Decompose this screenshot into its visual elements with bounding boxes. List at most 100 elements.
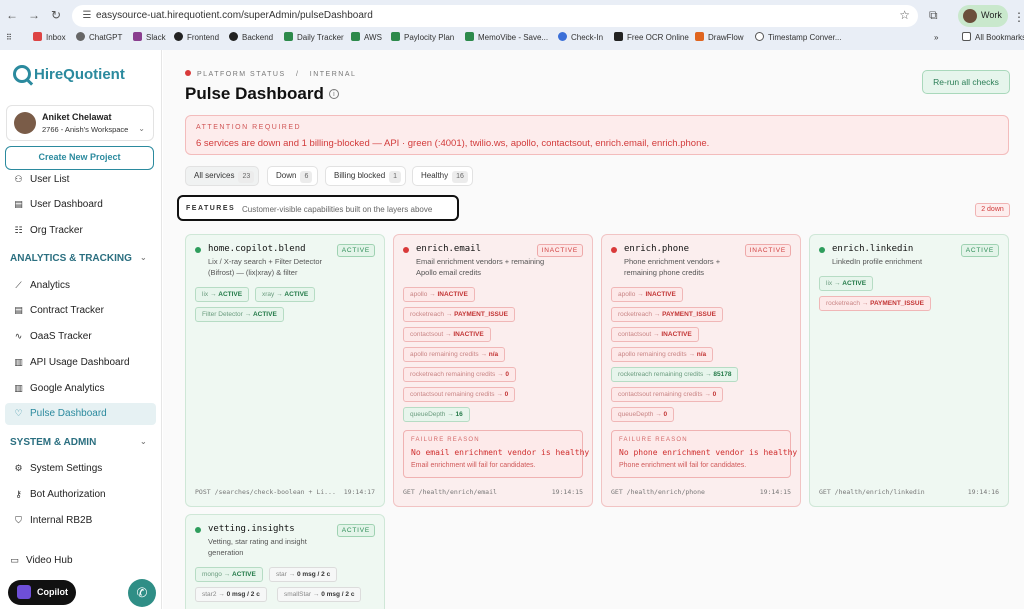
- sidebar-item-oaas-tracker[interactable]: ∿ OaaS Tracker: [0, 326, 161, 348]
- section-label: ANALYTICS & TRACKING: [10, 253, 132, 264]
- sidebar-item-internal-rb2b[interactable]: ⛉ Internal RB2B: [0, 510, 161, 532]
- url-text: easysource-uat.hirequotient.com/superAdm…: [96, 10, 373, 21]
- main-content: PLATFORM STATUS / INTERNAL Pulse Dashboa…: [163, 50, 1024, 609]
- alert-kicker: ATTENTION REQUIRED: [196, 124, 302, 131]
- credits-tag: rocketreach remaining credits → 0: [403, 367, 517, 382]
- filter-count: 6: [300, 171, 313, 183]
- browser-menu-icon[interactable]: ⋮: [1013, 10, 1024, 24]
- chevron-down-icon: ⌄: [138, 124, 145, 133]
- failure-reason: FAILURE REASON No email enrichment vendo…: [403, 430, 589, 478]
- failure-headline: No email enrichment vendor is healthy: [411, 448, 590, 457]
- org-tracker-icon: ☷: [14, 225, 23, 235]
- bookmark-memovibe[interactable]: MemoVibe - Save...: [465, 31, 548, 45]
- section-analytics-tracking[interactable]: ANALYTICS & TRACKING ⌄: [10, 253, 147, 264]
- bookmark-frontend[interactable]: Frontend: [174, 31, 219, 45]
- section-label: SYSTEM & ADMIN: [10, 437, 97, 448]
- endpoint: GET /health/enrich/linkedin: [819, 488, 925, 496]
- copilot-icon: [17, 585, 31, 599]
- service-description: Lix / X-ray search + Filter Detector (Bi…: [208, 257, 322, 277]
- profile-chip[interactable]: Work: [958, 5, 1008, 27]
- failure-detail: Email enrichment will fail for candidate…: [411, 462, 536, 469]
- forward-icon[interactable]: →: [26, 7, 42, 23]
- profile-label: Work: [981, 10, 1002, 20]
- credits-tag: apollo remaining credits → n/a: [403, 347, 506, 362]
- sidebar-item-google-analytics[interactable]: ▥ Google Analytics: [0, 378, 161, 400]
- sidebar-item-user-dashboard[interactable]: ▤ User Dashboard: [0, 194, 161, 216]
- site-info-icon[interactable]: ☰: [80, 9, 94, 23]
- service-card-enrich-linkedin[interactable]: enrich.linkedin ACTIVE LinkedIn profile …: [809, 234, 1009, 507]
- bookmark-drawflow[interactable]: DrawFlow: [695, 31, 744, 45]
- sidebar-item-analytics[interactable]: ⟋ Analytics: [0, 275, 161, 297]
- section-system-admin[interactable]: SYSTEM & ADMIN ⌄: [10, 437, 147, 448]
- analytics-icon: ⟋: [15, 280, 22, 290]
- workspace-switcher[interactable]: Aniket Chelawat 2766 - Anish's Workspace…: [6, 105, 154, 141]
- bookmark-check-in[interactable]: Check-In: [558, 31, 603, 45]
- sidebar-item-org-tracker[interactable]: ☷ Org Tracker: [0, 220, 161, 242]
- bookmark-paylocity[interactable]: Paylocity Plan: [391, 31, 454, 45]
- service-card-enrich-phone[interactable]: enrich.phone INACTIVE Phone enrichment v…: [601, 234, 801, 507]
- service-card-enrich-email[interactable]: enrich.email INACTIVE Email enrichment v…: [393, 234, 593, 507]
- queue-tag: smallStar → 0 msg / 2 c: [277, 587, 362, 602]
- chevron-right-icon[interactable]: »: [934, 31, 938, 45]
- filter-count: 16: [452, 171, 468, 183]
- key-icon: ⚷: [15, 489, 22, 499]
- contract-icon: ▤: [14, 305, 23, 315]
- bookmarks-bar: ⠿ Inbox ChatGPT Slack Frontend Backend D…: [0, 30, 1024, 46]
- features-kicker: FEATURES: [186, 205, 236, 212]
- bookmark-inbox[interactable]: Inbox: [33, 31, 66, 45]
- sidebar-item-label: Analytics: [30, 280, 71, 291]
- sidebar-item-api-usage-dashboard[interactable]: ▥ API Usage Dashboard: [0, 352, 161, 374]
- rerun-checks-button[interactable]: Re-run all checks: [922, 70, 1010, 94]
- sidebar-item-video-hub[interactable]: ▭ Video Hub: [0, 550, 161, 572]
- sidebar-item-bot-authorization[interactable]: ⚷ Bot Authorization: [0, 484, 161, 506]
- bookmark-free-ocr[interactable]: Free OCR Online: [614, 31, 689, 45]
- vendor-tag: Filter Detector → ACTIVE: [195, 307, 284, 322]
- failure-kicker: FAILURE REASON: [411, 437, 480, 443]
- down-count-badge: 2 down: [975, 203, 1010, 217]
- vendor-tag: apollo → INACTIVE: [403, 287, 475, 302]
- bookmark-backend[interactable]: Backend: [229, 31, 273, 45]
- sidebar-item-label: User List: [30, 174, 70, 185]
- sidebar-item-label: Contract Tracker: [30, 305, 104, 316]
- bookmark-slack[interactable]: Slack: [133, 31, 166, 45]
- filter-count: 1: [389, 171, 402, 183]
- back-icon[interactable]: ←: [4, 7, 20, 23]
- address-row: ← → ↻ ☰ easysource-uat.hirequotient.com/…: [0, 4, 1024, 27]
- timestamp: 19:14:15: [759, 488, 791, 496]
- filter-all-services[interactable]: All services 23: [185, 166, 259, 186]
- create-project-button[interactable]: Create New Project: [5, 146, 154, 170]
- sidebar-item-system-settings[interactable]: ⚙ System Settings: [0, 458, 161, 480]
- reload-icon[interactable]: ↻: [48, 7, 64, 23]
- bookmark-timestamp[interactable]: Timestamp Conver...: [755, 31, 842, 45]
- bookmark-all-bookmarks[interactable]: All Bookmarks: [962, 31, 1024, 45]
- service-card-home-copilot-blend[interactable]: home.copilot.blend ACTIVE Lix / X-ray se…: [185, 234, 385, 507]
- apps-icon[interactable]: ⠿: [6, 31, 12, 45]
- vendor-tag: rocketreach → PAYMENT_ISSUE: [403, 307, 515, 322]
- filter-healthy[interactable]: Healthy 16: [412, 166, 473, 186]
- sidebar-item-label: Video Hub: [26, 555, 73, 566]
- status-badge: ACTIVE: [336, 524, 375, 537]
- bookmark-chatgpt[interactable]: ChatGPT: [76, 31, 122, 45]
- info-icon[interactable]: i: [328, 89, 339, 99]
- user-list-icon: ⚇: [14, 174, 23, 184]
- sidebar-item-label: OaaS Tracker: [30, 331, 92, 342]
- address-bar[interactable]: ☰ easysource-uat.hirequotient.com/superA…: [72, 5, 918, 27]
- sidebar-item-pulse-dashboard[interactable]: ♡ Pulse Dashboard: [5, 403, 156, 425]
- extensions-icon[interactable]: ⧉: [929, 8, 938, 23]
- service-card-vetting-insights[interactable]: vetting.insights ACTIVE Vetting, star ra…: [185, 514, 385, 609]
- status-dot: [819, 247, 825, 253]
- vendor-tag: contactsout → INACTIVE: [403, 327, 491, 342]
- filter-down[interactable]: Down 6: [267, 166, 318, 186]
- sidebar-item-user-list[interactable]: ⚇ User List: [0, 169, 161, 191]
- filter-label: All services: [194, 171, 235, 180]
- sidebar-item-contract-tracker[interactable]: ▤ Contract Tracker: [0, 300, 161, 322]
- copilot-button[interactable]: Copilot: [8, 580, 76, 605]
- filter-billing-blocked[interactable]: Billing blocked 1: [325, 166, 406, 186]
- bookmark-aws[interactable]: AWS: [351, 31, 382, 45]
- sidebar-item-label: User Dashboard: [30, 199, 103, 210]
- filter-label: Billing blocked: [334, 171, 386, 180]
- card-footer: GET /health/enrich/linkedin 19:14:16: [819, 488, 999, 496]
- bookmark-daily-tracker[interactable]: Daily Tracker: [284, 31, 344, 45]
- phone-icon[interactable]: ✆: [128, 579, 156, 607]
- bookmark-star-icon[interactable]: ☆: [899, 8, 910, 22]
